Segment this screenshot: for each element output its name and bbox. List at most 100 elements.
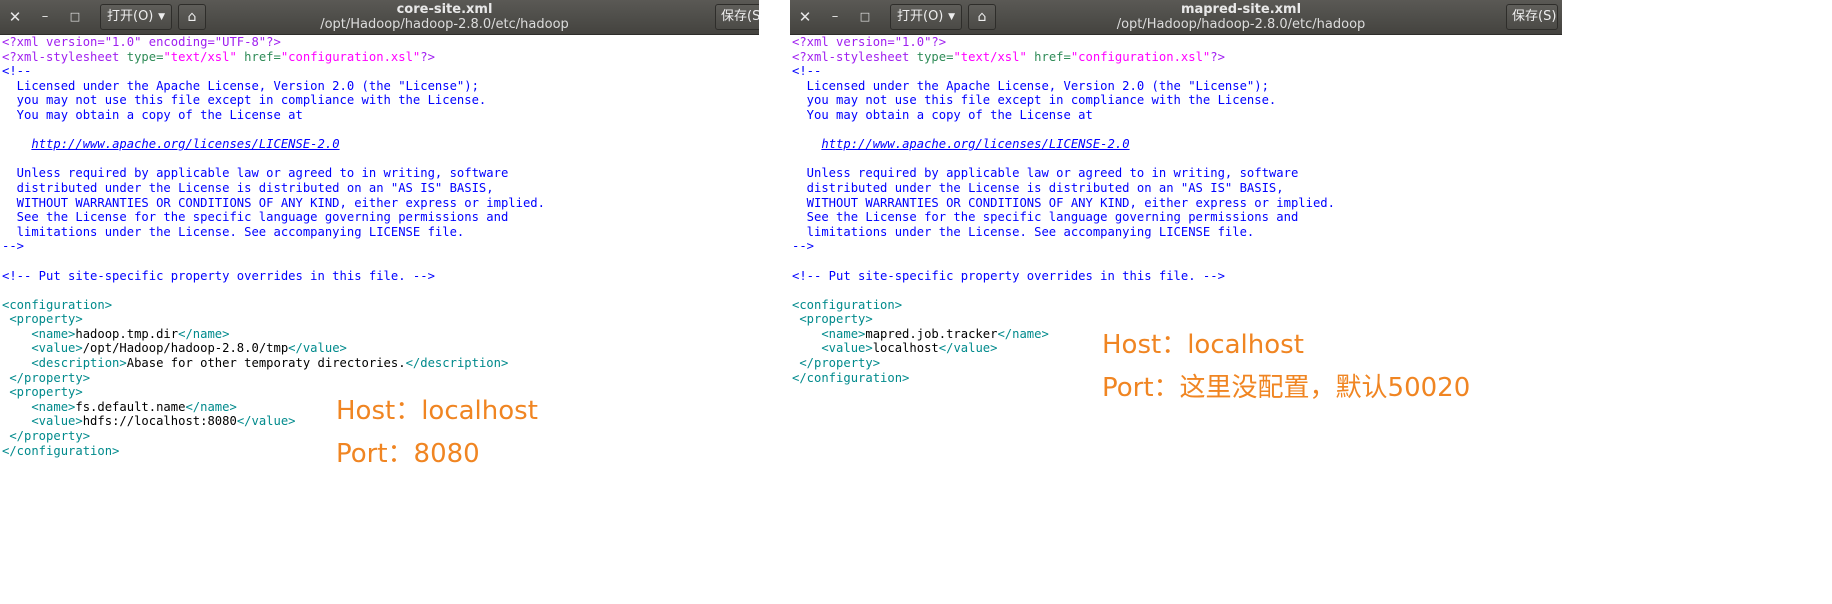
code-line: WITHOUT WARRANTIES OR CONDITIONS OF ANY … [792, 196, 1562, 211]
code-line: <!-- Put site-specific property override… [2, 269, 759, 284]
editor-window-mapred-site: ✕ – □ 打开(O) ▼ ⌂ mapred-site.xml /opt/Had… [790, 0, 1562, 500]
save-button[interactable]: 保存(S) [1506, 4, 1558, 30]
code-token: <?xml version="1.0" encoding="UTF-8"?> [2, 35, 281, 49]
code-token: <?xml version="1.0"?> [792, 35, 947, 49]
code-token: hdfs://localhost:8080 [82, 414, 237, 429]
code-token: </property> [792, 356, 881, 371]
maximize-icon[interactable]: □ [850, 0, 880, 34]
code-line: Licensed under the Apache License, Versi… [2, 79, 759, 94]
save-button[interactable]: 保存(S [715, 4, 759, 30]
code-token: WITHOUT WARRANTIES OR CONDITIONS OF ANY … [2, 195, 545, 210]
code-token: You may obtain a copy of the License at [2, 107, 303, 122]
file-name: mapred-site.xml [1180, 2, 1302, 17]
code-token: </value> [236, 414, 296, 429]
code-line: --> [792, 239, 1562, 254]
code-line: you may not use this file except in comp… [792, 93, 1562, 108]
code-token: <value> [792, 341, 873, 356]
code-token: "text/xsl" [163, 49, 237, 64]
code-line: <?xml-stylesheet type="text/xsl" href="c… [2, 50, 759, 65]
code-token: ?> [420, 49, 435, 64]
annotation-port: Port：8080 [336, 439, 480, 469]
code-token: </name> [178, 326, 230, 341]
code-token: --> [792, 239, 815, 254]
code-token: limitations under the License. See accom… [2, 224, 465, 239]
code-line: you may not use this file except in comp… [2, 93, 759, 108]
code-token: <!-- Put site-specific property override… [2, 268, 435, 283]
code-token: You may obtain a copy of the License at [792, 107, 1093, 122]
code-token: </configuration> [792, 370, 910, 385]
code-token: <name> [792, 326, 866, 341]
text-editor-area[interactable]: <?xml version="1.0" encoding="UTF-8"?> <?… [2, 35, 759, 500]
code-token: <configuration> [2, 297, 113, 312]
window-title: mapred-site.xml /opt/Hadoop/hadoop-2.8.0… [1010, 2, 1472, 32]
code-token: <!-- [2, 64, 32, 79]
code-line: <configuration> [792, 298, 1562, 313]
code-line: Unless required by applicable law or agr… [2, 166, 759, 181]
code-token: <?xml-stylesheet [2, 49, 127, 64]
chevron-down-icon: ▼ [948, 12, 955, 22]
new-tab-button[interactable]: ⌂ [968, 4, 996, 30]
code-line: You may obtain a copy of the License at [2, 108, 759, 123]
annotation-host: Host：localhost [336, 396, 538, 426]
code-token: /opt/Hadoop/hadoop-2.8.0/tmp [82, 341, 289, 356]
document-pin-icon: ⌂ [977, 9, 987, 25]
close-icon[interactable]: ✕ [790, 0, 820, 34]
code-token: </description> [405, 356, 509, 371]
code-token: <?xml-stylesheet [792, 49, 917, 64]
code-token: "text/xsl" [953, 49, 1027, 64]
code-token: </value> [288, 341, 347, 356]
code-token: Licensed under the Apache License, Versi… [792, 78, 1269, 93]
code-token: ?> [1210, 49, 1225, 64]
code-line: <property> [2, 312, 759, 327]
code-line: You may obtain a copy of the License at [792, 108, 1562, 123]
code-line: Licensed under the Apache License, Versi… [792, 79, 1562, 94]
annotation-port: Port：这里没配置，默认50020 [1102, 373, 1471, 403]
code-token: See the License for the specific languag… [792, 210, 1299, 225]
code-line: </property> [2, 371, 759, 386]
code-token: <property> [2, 385, 83, 400]
code-token: <description> [2, 356, 127, 371]
code-token: </name> [185, 399, 237, 414]
code-token: hadoop.tmp.dir [75, 326, 179, 341]
close-icon[interactable]: ✕ [0, 0, 30, 34]
code-line: Unless required by applicable law or agr… [792, 166, 1562, 181]
minimize-icon[interactable]: – [30, 0, 60, 34]
file-name: core-site.xml [396, 2, 493, 17]
file-path: /opt/Hadoop/hadoop-2.8.0/etc/hadoop [1116, 17, 1366, 32]
open-button[interactable]: 打开(O) ▼ [890, 4, 962, 30]
code-token: limitations under the License. See accom… [792, 224, 1255, 239]
code-token: "configuration.xsl" [280, 49, 421, 64]
code-line: See the License for the specific languag… [792, 210, 1562, 225]
open-button-label: 打开(O) [897, 9, 944, 24]
code-token: Licensed under the Apache License, Versi… [2, 78, 479, 93]
code-token: <!-- [792, 64, 822, 79]
license-link[interactable]: http://www.apache.org/licenses/LICENSE-2… [821, 137, 1129, 151]
maximize-icon[interactable]: □ [60, 0, 90, 34]
code-token: <property> [792, 312, 873, 327]
code-token: <name> [2, 326, 76, 341]
license-link[interactable]: http://www.apache.org/licenses/LICENSE-2… [31, 137, 339, 151]
open-button-label: 打开(O) [107, 9, 154, 24]
code-token: localhost [872, 341, 939, 356]
code-line: <!-- [792, 64, 1562, 79]
code-token: <property> [2, 312, 83, 327]
code-token: </property> [2, 429, 91, 444]
minimize-icon[interactable]: – [820, 0, 850, 34]
open-button[interactable]: 打开(O) ▼ [100, 4, 172, 30]
code-token: <value> [2, 341, 83, 356]
new-tab-button[interactable]: ⌂ [178, 4, 206, 30]
text-editor-area[interactable]: <?xml version="1.0"?> <?xml-stylesheet ty… [792, 35, 1562, 500]
code-line: --> [2, 239, 759, 254]
code-token: </value> [938, 341, 998, 356]
code-token: type= [126, 49, 164, 64]
document-pin-icon: ⌂ [187, 9, 197, 25]
code-token: distributed under the License is distrib… [792, 180, 1284, 195]
code-token: distributed under the License is distrib… [2, 180, 494, 195]
